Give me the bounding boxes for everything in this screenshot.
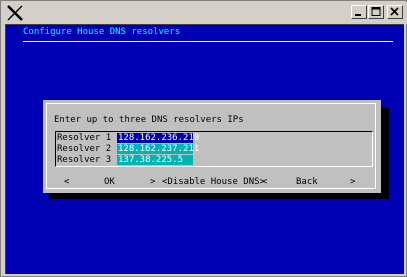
resolver-input-3[interactable]: 137.38.225.5	[117, 155, 193, 165]
title-divider	[23, 41, 393, 42]
resolver-input-1[interactable]: 128.162.236.210	[117, 133, 199, 143]
resolver-label-3: Resolver 3	[57, 155, 112, 165]
dialog-buttons: < OK > <Disable House DNS> < Back >	[54, 176, 376, 188]
ok-right-bracket[interactable]: >	[150, 176, 155, 188]
close-icon	[390, 7, 399, 16]
back-left-bracket[interactable]: <	[262, 176, 267, 188]
close-button[interactable]	[387, 5, 403, 19]
minimize-button[interactable]	[351, 5, 367, 19]
resolver-form: Resolver 1 128.162.236.210 Resolver 2 12…	[55, 131, 373, 167]
screen-title: Configure House DNS resolvers	[23, 27, 181, 37]
maximize-button[interactable]	[368, 5, 384, 19]
resolver-label-1: Resolver 1	[57, 133, 112, 143]
dns-dialog: Enter up to three DNS resolvers IPs Reso…	[43, 100, 381, 193]
terminal-screen[interactable]: Configure House DNS resolvers Enter up t…	[5, 24, 404, 274]
dialog-frame: Enter up to three DNS resolvers IPs Reso…	[46, 103, 376, 189]
ok-button[interactable]: OK	[104, 176, 115, 188]
disable-house-dns-button[interactable]: <Disable House DNS>	[162, 176, 265, 188]
window-titlebar[interactable]	[2, 2, 407, 24]
dialog-prompt: Enter up to three DNS resolvers IPs	[54, 115, 244, 125]
x-logo-icon	[7, 5, 23, 21]
ok-left-bracket[interactable]: <	[64, 176, 69, 188]
resolver-label-2: Resolver 2	[57, 144, 112, 154]
back-button[interactable]: Back	[296, 176, 318, 188]
terminal-window: Configure House DNS resolvers Enter up t…	[0, 0, 407, 277]
maximize-icon	[371, 7, 381, 16]
minimize-icon	[355, 14, 361, 16]
back-right-bracket[interactable]: >	[350, 176, 355, 188]
resolver-input-2[interactable]: 128.162.237.211	[117, 144, 199, 154]
